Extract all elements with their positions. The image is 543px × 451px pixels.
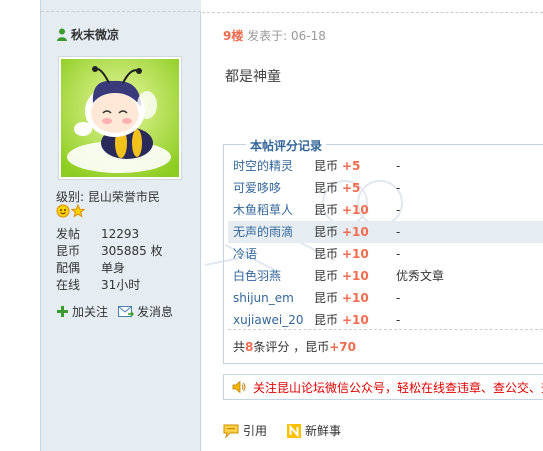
stat-row-coins: 昆币 305885 枚 xyxy=(56,243,163,260)
floor-number[interactable]: 9楼 xyxy=(223,29,243,43)
author-name-row[interactable]: 秋末微凉 xyxy=(56,26,119,43)
stat-key: 发帖 xyxy=(56,227,81,241)
post-content: 都是神童 xyxy=(225,69,281,85)
online-user-icon xyxy=(57,28,67,41)
author-name[interactable]: 秋末微凉 xyxy=(71,26,119,43)
rating-currency: 昆币 xyxy=(314,225,339,239)
speaker-icon xyxy=(232,380,246,394)
bee-avatar-image xyxy=(61,59,179,177)
rating-reason: - xyxy=(396,225,401,239)
post-top-divider xyxy=(202,12,543,13)
rating-legend: 本帖评分记录 xyxy=(246,137,327,154)
rating-table: 时空的精灵 昆币 +5 - 可爱哆哆 昆币 +5 - 木鱼稻草人 昆币 +10 … xyxy=(228,155,543,331)
rating-points: +10 xyxy=(342,203,369,217)
user-actions: 加关注 发消息 xyxy=(56,303,173,320)
summary-total: +70 xyxy=(329,340,356,354)
medal-badges xyxy=(56,204,85,218)
rating-reason: - xyxy=(396,291,401,305)
rater-link[interactable]: 冷语 xyxy=(228,243,314,265)
rating-record-box: 本帖评分记录 时空的精灵 昆币 +5 - 可爱哆哆 昆币 +5 - 木鱼稻草人 … xyxy=(223,137,543,364)
rating-currency: 昆币 xyxy=(314,247,339,261)
rating-summary: 共8条评分 ，昆币+70 xyxy=(228,329,543,363)
rating-currency: 昆币 xyxy=(314,313,339,327)
rating-row: 冷语 昆币 +10 - xyxy=(228,243,543,265)
rater-link[interactable]: 可爱哆哆 xyxy=(228,177,314,199)
message-label: 发消息 xyxy=(137,305,174,319)
stat-row-online: 在线 31小时 xyxy=(56,277,163,294)
fresh-label: 新鲜事 xyxy=(305,424,342,438)
rating-points: +10 xyxy=(342,247,369,261)
wechat-notice-bar[interactable]: 关注昆山论坛微信公众号，轻松在线查违章、查公交、查 xyxy=(223,374,543,400)
rating-row: 木鱼稻草人 昆币 +10 - xyxy=(228,199,543,221)
stat-key: 在线 xyxy=(56,278,81,292)
stat-value: 12293 xyxy=(101,227,140,241)
news-n-icon xyxy=(287,423,302,438)
rating-points: +10 xyxy=(342,225,369,239)
post-actions: 引用 新鲜事 xyxy=(223,422,341,439)
stat-row-posts: 发帖 12293 xyxy=(56,226,163,243)
sidebar-top-strip xyxy=(41,0,201,12)
rating-currency: 昆币 xyxy=(314,181,339,195)
summary-mid: 条评分 ，昆币 xyxy=(253,340,330,354)
star-medal-icon xyxy=(71,204,85,218)
rating-row: shijun_em 昆币 +10 - xyxy=(228,287,543,309)
rater-link[interactable]: 木鱼稻草人 xyxy=(228,199,314,221)
rating-currency: 昆币 xyxy=(314,159,339,173)
stat-value: 31小时 xyxy=(101,278,141,292)
quote-label: 引用 xyxy=(243,424,268,438)
rating-row: 时空的精灵 昆币 +5 - xyxy=(228,155,543,177)
rating-points: +10 xyxy=(342,269,369,283)
rating-reason: - xyxy=(396,159,401,173)
user-stats: 发帖 12293 昆币 305885 枚 配偶 单身 在线 31小时 xyxy=(56,226,163,294)
rating-points: +10 xyxy=(342,313,369,327)
rating-points: +5 xyxy=(342,181,361,195)
envelope-icon xyxy=(118,306,135,317)
rater-link[interactable]: 时空的精灵 xyxy=(228,155,314,177)
rating-points: +5 xyxy=(342,159,361,173)
stat-value: 305885 枚 xyxy=(101,244,163,258)
rating-points: +10 xyxy=(342,291,369,305)
stat-row-spouse: 配偶 单身 xyxy=(56,260,163,277)
rating-row: 白色羽燕 昆币 +10 优秀文章 xyxy=(228,265,543,287)
follow-label: 加关注 xyxy=(72,305,109,319)
rating-row: xujiawei_20 昆币 +10 - xyxy=(228,309,543,331)
rater-link[interactable]: shijun_em xyxy=(228,287,314,309)
stat-value: 单身 xyxy=(101,261,126,275)
post-date: 发表于: 06-18 xyxy=(243,29,326,43)
stat-key: 昆币 xyxy=(56,244,81,258)
sun-medal-icon xyxy=(56,204,70,218)
post-meta: 9楼 发表于: 06-18 xyxy=(223,27,326,44)
quote-bubble-icon xyxy=(223,424,239,438)
rating-row: 无声的雨滴 昆币 +10 - xyxy=(228,221,543,243)
stat-key: 配偶 xyxy=(56,261,81,275)
rater-link[interactable]: 无声的雨滴 xyxy=(228,221,314,243)
send-message-button[interactable]: 发消息 xyxy=(118,303,173,320)
follow-button[interactable]: 加关注 xyxy=(56,303,108,320)
rating-currency: 昆币 xyxy=(314,203,339,217)
plus-icon xyxy=(57,306,68,317)
rating-reason: - xyxy=(396,247,401,261)
summary-prefix: 共 xyxy=(233,340,246,354)
rating-currency: 昆币 xyxy=(314,269,339,283)
rating-reason: 优秀文章 xyxy=(396,269,445,283)
notice-text[interactable]: 关注昆山论坛微信公众号，轻松在线查违章、查公交、查 xyxy=(253,379,543,396)
author-sidebar: 秋末微凉 级别: 昆山荣誉市民 发帖 12293 昆币 305885 枚 配偶 … xyxy=(41,0,201,451)
rating-currency: 昆币 xyxy=(314,291,339,305)
fresh-news-button[interactable]: 新鲜事 xyxy=(287,422,341,439)
rating-row: 可爱哆哆 昆币 +5 - xyxy=(228,177,543,199)
user-level: 级别: 昆山荣誉市民 xyxy=(56,190,160,204)
rating-reason: - xyxy=(396,181,401,195)
rater-link[interactable]: xujiawei_20 xyxy=(228,309,314,331)
avatar[interactable] xyxy=(58,56,182,180)
quote-button[interactable]: 引用 xyxy=(223,422,267,439)
rating-reason: - xyxy=(396,203,401,217)
rating-reason: - xyxy=(396,313,401,327)
rater-link[interactable]: 白色羽燕 xyxy=(228,265,314,287)
